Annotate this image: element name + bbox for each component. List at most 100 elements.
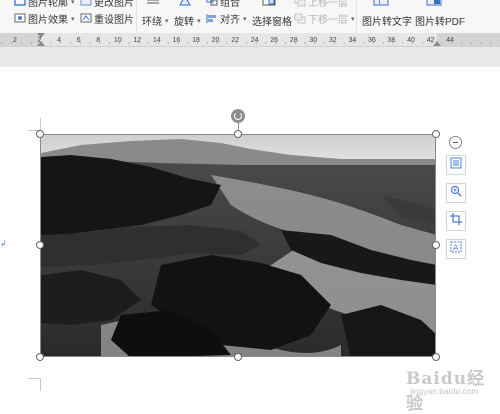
ruler-tick-label: 32 <box>329 37 337 44</box>
ribbon-separator <box>136 0 137 33</box>
picture-effect-label: 图片效果 <box>28 15 68 26</box>
svg-text:T: T <box>377 0 382 6</box>
resize-handle-top-left[interactable] <box>36 130 44 138</box>
send-backward-label: 下移一层 <box>308 15 348 26</box>
ribbon-toolbar: 图片轮廓 ▾ 更改图片 图片效果 ▾ 重设图片 环绕 ▾ 旋转 ▾ 组合 对齐 … <box>0 0 500 34</box>
combine-button[interactable]: 组合 <box>206 0 240 9</box>
resize-handle-right[interactable] <box>432 241 440 249</box>
ruler-scale: 2 2 4 6 8 10 12 14 16 18 20 22 24 26 28 30 32 34 36 38 40 42 4… <box>0 33 500 46</box>
resize-handle-bottom[interactable] <box>234 353 242 361</box>
combine-label: 组合 <box>220 0 240 9</box>
bring-forward-button[interactable]: 上移一层 <box>294 0 348 9</box>
resize-handle-top[interactable] <box>234 130 242 138</box>
crop-button[interactable] <box>446 211 466 231</box>
picture-effect-button[interactable]: 图片效果 ▾ <box>14 11 75 26</box>
rotate-label: 旋转 <box>174 17 194 28</box>
selection-pane-icon-top <box>262 0 276 6</box>
align-label: 对齐 <box>220 15 240 26</box>
reset-picture-icon <box>80 13 92 24</box>
ruler-tick-label: 10 <box>114 37 122 44</box>
picture-outline-button[interactable]: 图片轮廓 ▾ <box>14 0 75 9</box>
layout-options-button[interactable] <box>446 155 466 175</box>
chevron-down-icon: ▾ <box>71 15 75 23</box>
reset-picture-label: 重设图片 <box>94 15 134 26</box>
bring-forward-label: 上移一层 <box>308 0 348 9</box>
wrap-icon-top <box>146 0 159 5</box>
rotate-button[interactable]: 旋转 ▾ <box>174 13 201 28</box>
picture-outline-label: 图片轮廓 <box>28 0 68 9</box>
picture-to-text-button[interactable]: 图片转文字 <box>362 13 412 28</box>
chevron-down-icon: ▾ <box>197 17 201 25</box>
ruler-tick-label: 30 <box>309 37 317 44</box>
selected-picture[interactable] <box>40 134 436 357</box>
rotate-icon <box>178 0 191 6</box>
watermark-url: jingyan.baidu.com <box>410 386 479 396</box>
picture-effect-icon <box>14 13 26 24</box>
picture-to-pdf-button[interactable]: 图片转PDF <box>415 13 465 28</box>
left-indent-marker[interactable] <box>37 41 45 46</box>
ruler-tick-label: 40 <box>407 37 415 44</box>
resize-handle-top-right[interactable] <box>432 130 440 138</box>
zoom-in-button[interactable] <box>446 183 466 203</box>
ruler-tick-label: 36 <box>368 37 376 44</box>
selection-pane-icon <box>262 0 276 6</box>
ruler-tick-label: 4 <box>57 37 61 44</box>
picture-to-text-icon: T <box>373 0 389 6</box>
outline-icon <box>14 0 26 7</box>
zoom-in-icon <box>450 184 462 202</box>
ruler-tick-label: 18 <box>192 37 200 44</box>
ruler-tick-label: 8 <box>96 37 100 44</box>
align-button[interactable]: 对齐 ▾ <box>206 11 247 26</box>
coastal-landscape-photo <box>41 135 435 356</box>
svg-text:A: A <box>453 244 459 253</box>
ruler-tick-label: 28 <box>290 37 298 44</box>
change-picture-button[interactable]: 更改图片 <box>80 0 134 9</box>
crop-icon <box>450 212 462 230</box>
rotate-icon-top <box>178 0 191 6</box>
resize-handle-bottom-right[interactable] <box>432 353 440 361</box>
resize-handle-left[interactable] <box>36 241 44 249</box>
right-indent-marker[interactable] <box>433 41 441 46</box>
picture-text-button[interactable]: A <box>446 239 466 259</box>
chevron-down-icon: ▾ <box>165 17 169 25</box>
wrap-button[interactable]: 环绕 ▾ <box>142 13 169 28</box>
wrap-icon <box>146 0 159 5</box>
bring-forward-icon <box>294 0 306 7</box>
picture-to-pdf-icon-top <box>426 0 442 6</box>
rotate-handle[interactable] <box>231 109 245 123</box>
ruler-tick-label: 38 <box>388 37 396 44</box>
resize-handle-bottom-left[interactable] <box>36 353 44 361</box>
ruler-tick-label: 16 <box>173 37 181 44</box>
ribbon-separator <box>356 0 357 33</box>
ruler-tick-label: 44 <box>446 37 454 44</box>
document-background <box>0 47 500 67</box>
horizontal-ruler[interactable]: 2 2 4 6 8 10 12 14 16 18 20 22 24 26 28 30 32 34 36 38 40 42 4… <box>0 33 500 47</box>
ruler-tick-label: 6 <box>77 37 81 44</box>
selection-pane-button[interactable]: 选择窗格 <box>252 13 292 28</box>
layout-options-icon <box>450 156 462 174</box>
align-icon <box>206 13 218 24</box>
send-backward-button[interactable]: 下移一层 ▾ <box>294 11 355 26</box>
ruler-tick-label: 22 <box>231 37 239 44</box>
chevron-down-icon: ▾ <box>71 0 75 6</box>
picture-text-icon: A <box>450 240 462 258</box>
ruler-tick-label: 24 <box>251 37 259 44</box>
change-picture-label: 更改图片 <box>94 0 134 9</box>
ruler-tick-label: 14 <box>153 37 161 44</box>
selection-pane-label: 选择窗格 <box>252 17 292 28</box>
ruler-tick-label: 26 <box>270 37 278 44</box>
paragraph-mark: ↲ <box>0 239 7 248</box>
ruler-tick-label: 2 <box>13 37 17 44</box>
combine-icon <box>206 0 218 7</box>
picture-to-pdf-icon <box>426 0 442 6</box>
margin-corner-mark <box>28 378 41 391</box>
send-backward-icon <box>294 13 306 24</box>
chevron-down-icon: ▾ <box>351 15 355 23</box>
collapse-toolbar-button[interactable] <box>449 136 462 149</box>
first-line-indent-marker[interactable] <box>37 33 45 38</box>
change-picture-icon <box>80 0 92 7</box>
ruler-tick-label: 34 <box>349 37 357 44</box>
baidu-jingyan-watermark: Baidu经验 jingyan.baidu.com <box>404 364 498 414</box>
reset-picture-button[interactable]: 重设图片 <box>80 11 134 26</box>
picture-to-pdf-label: 图片转PDF <box>415 17 465 28</box>
